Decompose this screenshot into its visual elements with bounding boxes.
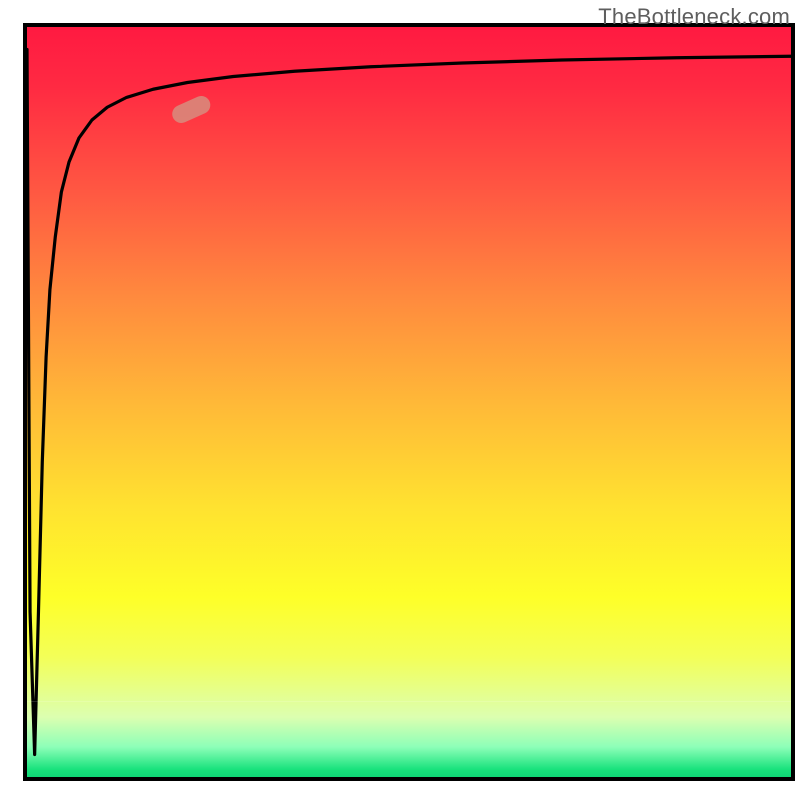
chart-container: TheBottleneck.com [0, 0, 800, 800]
highlighted-point [169, 93, 213, 126]
watermark-label: TheBottleneck.com [598, 4, 790, 30]
bottleneck-curve [27, 27, 791, 777]
plot-area [23, 23, 795, 781]
